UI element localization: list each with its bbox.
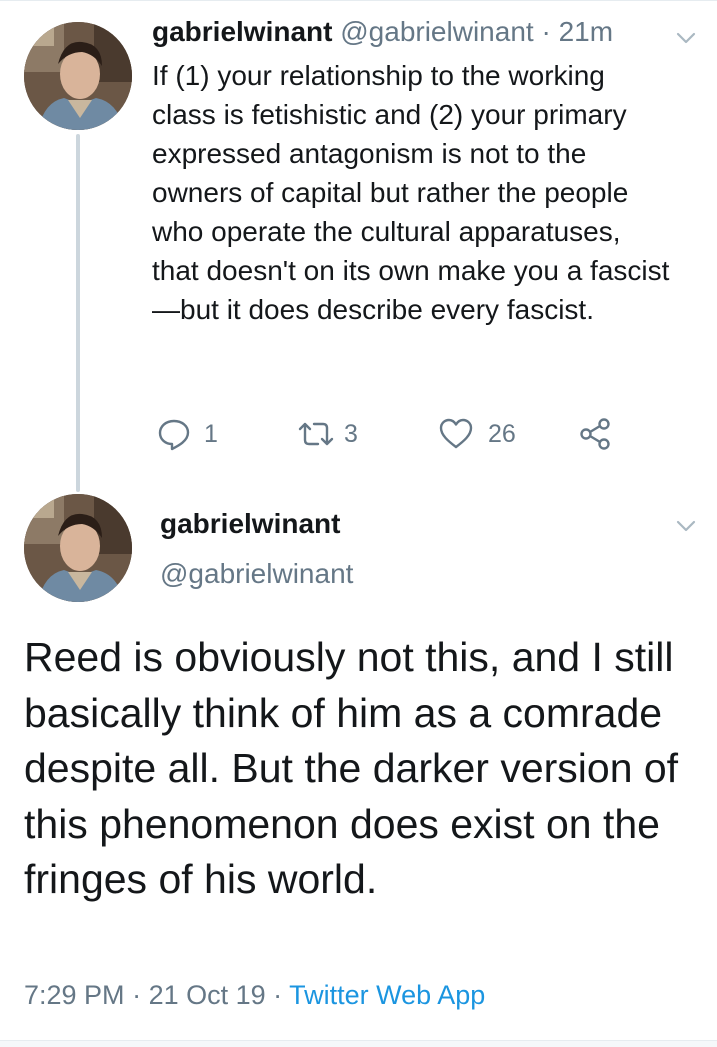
avatar[interactable] xyxy=(24,494,132,602)
retweet-count: 3 xyxy=(344,419,358,448)
reply-count: 1 xyxy=(204,419,218,448)
share-icon xyxy=(578,416,614,452)
handle[interactable]: @gabrielwinant xyxy=(340,16,533,47)
tweet-text: Reed is obviously not this, and I still … xyxy=(24,634,679,902)
tweet-source-link[interactable]: Twitter Web App xyxy=(289,980,485,1010)
tweet-metadata: 7:29 PM · 21 Oct 19 · Twitter Web App xyxy=(24,980,485,1011)
display-name[interactable]: gabrielwinant xyxy=(160,508,340,540)
tweet-text: If (1) your relationship to the working … xyxy=(152,60,670,325)
tweet-header: gabrielwinant @gabrielwinant · 21m xyxy=(152,16,613,48)
reply-button[interactable]: 1 xyxy=(156,414,218,454)
retweet-button[interactable]: 3 xyxy=(296,414,358,454)
chevron-down-icon[interactable] xyxy=(674,514,698,538)
separator: · xyxy=(265,980,290,1010)
share-button[interactable] xyxy=(578,414,614,454)
like-icon xyxy=(438,416,474,452)
like-button[interactable]: 26 xyxy=(438,414,516,454)
display-name[interactable]: gabrielwinant xyxy=(152,16,332,47)
avatar[interactable] xyxy=(24,22,132,130)
separator: · xyxy=(533,16,559,47)
like-count: 26 xyxy=(488,419,516,448)
handle[interactable]: @gabrielwinant xyxy=(160,558,353,590)
top-divider xyxy=(0,0,717,1)
chevron-down-icon[interactable] xyxy=(674,26,698,50)
tweet-time[interactable]: 7:29 PM xyxy=(24,980,125,1010)
tweet-actions: 1 3 26 xyxy=(0,414,717,454)
reply-icon xyxy=(156,416,192,452)
separator: · xyxy=(124,980,149,1010)
retweet-icon xyxy=(296,416,336,452)
tweet-date[interactable]: 21 Oct 19 xyxy=(149,980,266,1010)
timestamp[interactable]: 21m xyxy=(559,16,613,47)
